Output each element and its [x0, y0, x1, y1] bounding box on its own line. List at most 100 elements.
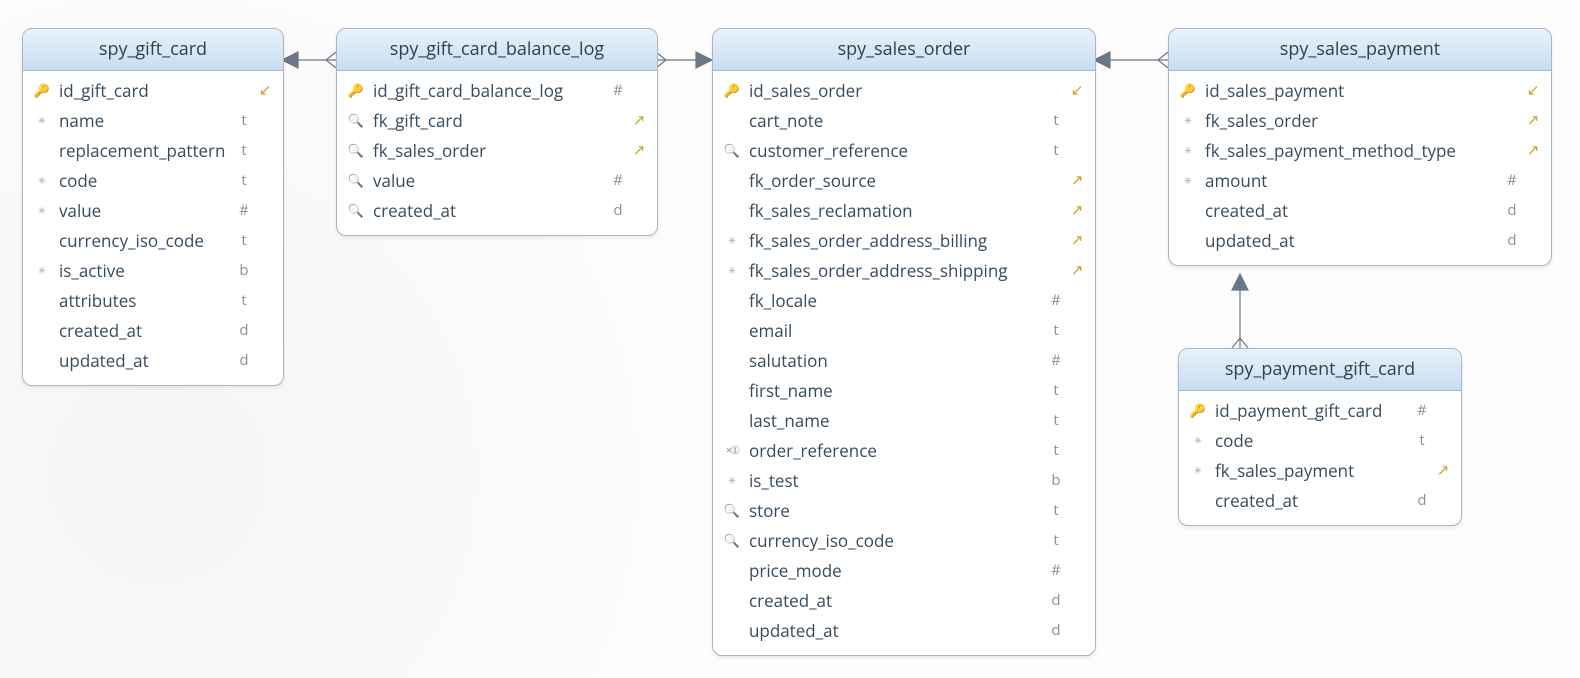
- column-row[interactable]: fk_sales_order: [347, 135, 647, 165]
- column-row[interactable]: customer_referencet: [723, 135, 1085, 165]
- column-row[interactable]: fk_sales_payment: [1189, 455, 1451, 485]
- column-name: order_reference: [749, 439, 1049, 462]
- index-icon: [347, 141, 365, 159]
- column-type: t: [237, 140, 251, 160]
- blank-icon: [723, 411, 741, 429]
- column-name: created_at: [1215, 489, 1415, 512]
- column-name: salutation: [749, 349, 1049, 372]
- blank-icon: [723, 591, 741, 609]
- column-name: name: [59, 109, 237, 132]
- column-type: d: [237, 320, 251, 340]
- column-type: #: [1415, 400, 1429, 420]
- column-row[interactable]: codet: [1189, 425, 1451, 455]
- column-row[interactable]: fk_sales_reclamation: [723, 195, 1085, 225]
- column-row[interactable]: id_gift_card_balance_log#: [347, 75, 647, 105]
- column-row[interactable]: fk_sales_order_address_shipping: [723, 255, 1085, 285]
- entity-title[interactable]: spy_gift_card_balance_log: [337, 29, 657, 71]
- column-row[interactable]: id_gift_card: [33, 75, 273, 105]
- column-row[interactable]: fk_sales_order: [1179, 105, 1541, 135]
- column-row[interactable]: value#: [33, 195, 273, 225]
- index-icon: [723, 531, 741, 549]
- column-name: amount: [1205, 169, 1505, 192]
- column-row[interactable]: id_sales_order: [723, 75, 1085, 105]
- fk-arrow-icon: [631, 110, 647, 130]
- column-row[interactable]: first_namet: [723, 375, 1085, 405]
- column-name: fk_sales_payment: [1215, 459, 1415, 482]
- blank-icon: [723, 351, 741, 369]
- column-row[interactable]: amount#: [1179, 165, 1541, 195]
- column-name: currency_iso_code: [749, 529, 1049, 552]
- entity-title[interactable]: spy_gift_card: [23, 29, 283, 71]
- column-type: t: [237, 230, 251, 250]
- column-row[interactable]: cart_notet: [723, 105, 1085, 135]
- blank-icon: [723, 621, 741, 639]
- column-row[interactable]: updated_atd: [1179, 225, 1541, 255]
- rel-balancelog-giftcard: [282, 52, 336, 68]
- column-name: attributes: [59, 289, 237, 312]
- blank-icon: [723, 561, 741, 579]
- column-name: updated_at: [749, 619, 1049, 642]
- column-row[interactable]: namet: [33, 105, 273, 135]
- column-name: id_sales_order: [749, 79, 1049, 102]
- not-null-icon: [33, 201, 51, 219]
- column-name: email: [749, 319, 1049, 342]
- column-row[interactable]: id_sales_payment: [1179, 75, 1541, 105]
- entity-title[interactable]: spy_sales_order: [713, 29, 1095, 71]
- column-row[interactable]: fk_sales_payment_method_type: [1179, 135, 1541, 165]
- blank-icon: [723, 171, 741, 189]
- index-icon: [347, 171, 365, 189]
- entity-spy_gift_card[interactable]: spy_gift_cardid_gift_cardnametreplacemen…: [22, 28, 284, 386]
- column-type: d: [1049, 620, 1063, 640]
- column-type: d: [237, 350, 251, 370]
- entity-spy_sales_order[interactable]: spy_sales_orderid_sales_ordercart_notetc…: [712, 28, 1096, 656]
- column-row[interactable]: fk_sales_order_address_billing: [723, 225, 1085, 255]
- column-row[interactable]: is_testb: [723, 465, 1085, 495]
- column-name: fk_sales_order_address_billing: [749, 229, 1049, 252]
- column-type: d: [1505, 230, 1519, 250]
- column-row[interactable]: replacement_patternt: [33, 135, 273, 165]
- entity-spy_payment_gift_card[interactable]: spy_payment_gift_card id_payment_gift_car…: [1178, 348, 1462, 526]
- entity-spy_sales_payment[interactable]: spy_sales_paymentid_sales_paymentfk_sale…: [1168, 28, 1552, 266]
- column-row[interactable]: updated_atd: [723, 615, 1085, 645]
- column-row[interactable]: codet: [33, 165, 273, 195]
- column-row[interactable]: is_activeb: [33, 255, 273, 285]
- rel-balancelog-salesorder: [656, 52, 712, 68]
- blank-icon: [1179, 201, 1197, 219]
- fk-arrow-icon: [1069, 230, 1085, 250]
- column-row[interactable]: fk_order_source: [723, 165, 1085, 195]
- column-row[interactable]: price_mode#: [723, 555, 1085, 585]
- column-row[interactable]: created_atd: [1179, 195, 1541, 225]
- column-type: t: [1049, 530, 1063, 550]
- column-row[interactable]: updated_atd: [33, 345, 273, 375]
- column-row[interactable]: value#: [347, 165, 647, 195]
- columns-list: id_sales_paymentfk_sales_orderfk_sales_p…: [1169, 71, 1551, 265]
- column-type: d: [1049, 590, 1063, 610]
- column-row[interactable]: fk_locale#: [723, 285, 1085, 315]
- column-row[interactable]: fk_gift_card: [347, 105, 647, 135]
- not-null-icon: [33, 261, 51, 279]
- column-name: created_at: [749, 589, 1049, 612]
- column-row[interactable]: created_atd: [33, 315, 273, 345]
- column-name: created_at: [1205, 199, 1505, 222]
- not-null-icon: [1179, 141, 1197, 159]
- column-name: code: [59, 169, 237, 192]
- column-row[interactable]: created_atd: [1189, 485, 1451, 515]
- column-row[interactable]: salutation#: [723, 345, 1085, 375]
- column-name: replacement_pattern: [59, 139, 237, 162]
- blank-icon: [1179, 231, 1197, 249]
- column-row[interactable]: attributest: [33, 285, 273, 315]
- column-row[interactable]: storet: [723, 495, 1085, 525]
- column-row[interactable]: created_atd: [723, 585, 1085, 615]
- column-row[interactable]: id_payment_gift_card#: [1189, 395, 1451, 425]
- entity-spy_gift_card_balance_log[interactable]: spy_gift_card_balance_log id_gift_card_ba…: [336, 28, 658, 236]
- entity-title[interactable]: spy_payment_gift_card: [1179, 349, 1461, 391]
- column-name: fk_sales_order_address_shipping: [749, 259, 1049, 282]
- column-row[interactable]: currency_iso_codet: [723, 525, 1085, 555]
- column-row[interactable]: last_namet: [723, 405, 1085, 435]
- entity-title[interactable]: spy_sales_payment: [1169, 29, 1551, 71]
- column-row[interactable]: order_referencet: [723, 435, 1085, 465]
- column-name: store: [749, 499, 1049, 522]
- column-row[interactable]: emailt: [723, 315, 1085, 345]
- column-row[interactable]: currency_iso_codet: [33, 225, 273, 255]
- column-row[interactable]: created_atd: [347, 195, 647, 225]
